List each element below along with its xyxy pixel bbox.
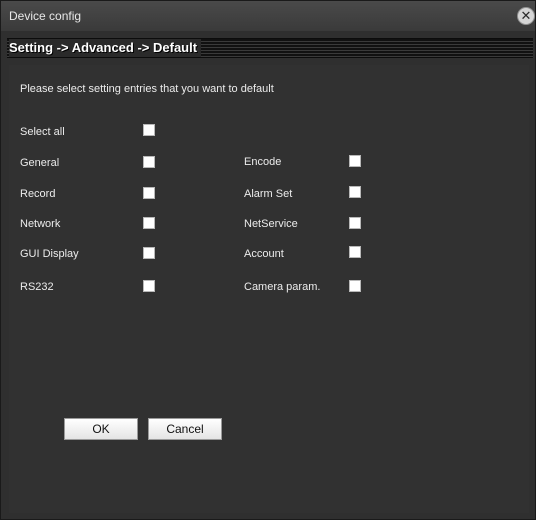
breadcrumb: Setting -> Advanced -> Default [7,38,533,58]
close-icon[interactable]: ✕ [517,7,535,25]
breadcrumb-label: Setting -> Advanced -> Default [9,39,202,57]
select-all-label: Select all [20,126,65,138]
device-config-window: Device config ✕ Setting -> Advanced -> D… [0,0,536,520]
option-checkbox-account[interactable] [349,246,361,258]
option-label-account: Account [244,248,284,260]
window-title: Device config [9,9,82,23]
option-checkbox-gui-display[interactable] [143,247,155,259]
option-label-rs232: RS232 [20,281,54,293]
intro-text: Please select setting entries that you w… [20,83,274,95]
option-label-gui-display: GUI Display [20,248,79,260]
option-label-network: Network [20,218,61,230]
option-checkbox-encode[interactable] [349,155,361,167]
option-label-alarm-set: Alarm Set [244,188,293,200]
settings-panel: Please select setting entries that you w… [9,65,529,513]
option-checkbox-record[interactable] [143,187,155,199]
ok-button[interactable]: OK [64,418,138,440]
select-all-checkbox[interactable] [143,124,155,136]
option-label-netservice: NetService [244,218,298,230]
option-label-camera-param: Camera param. [244,281,321,293]
cancel-button[interactable]: Cancel [148,418,222,440]
option-label-record: Record [20,188,56,200]
title-bar: Device config ✕ [1,1,535,31]
option-checkbox-rs232[interactable] [143,280,155,292]
option-checkbox-network[interactable] [143,217,155,229]
option-checkbox-alarm-set[interactable] [349,186,361,198]
option-label-general: General [20,157,60,169]
option-label-encode: Encode [244,156,282,168]
option-checkbox-netservice[interactable] [349,217,361,229]
option-checkbox-camera-param[interactable] [349,280,361,292]
option-checkbox-general[interactable] [143,156,155,168]
